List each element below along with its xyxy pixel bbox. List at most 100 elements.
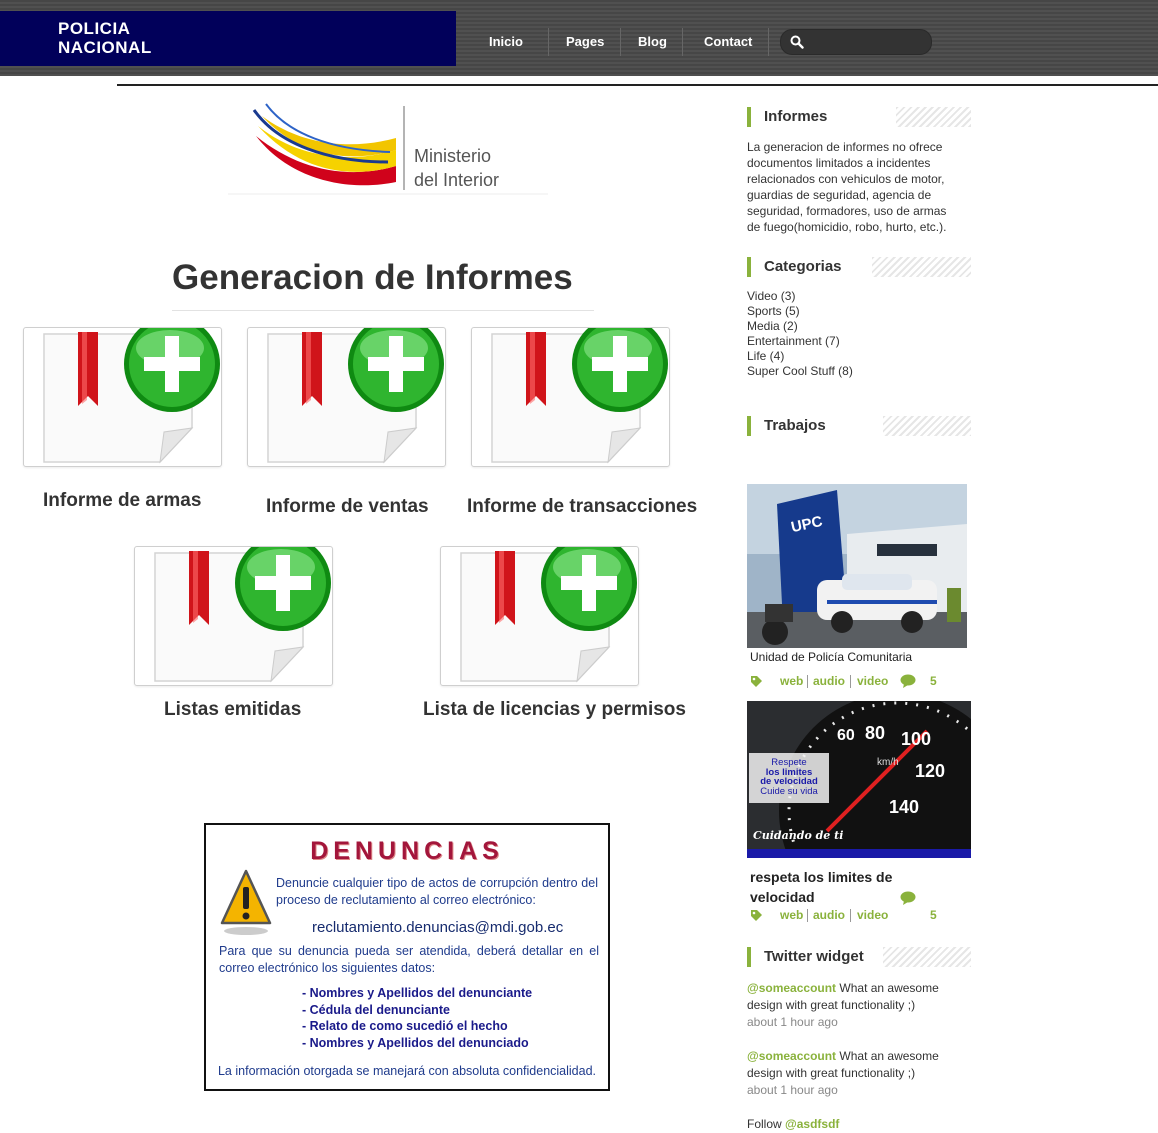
comment-count-1[interactable]: 5 [930,674,937,688]
add-report-icon [491,328,668,464]
tile-label-ventas[interactable]: Informe de ventas [266,496,429,518]
tag-audio[interactable]: audio [813,908,845,922]
nav-inicio[interactable]: Inicio [489,34,523,49]
tile-label-transacciones[interactable]: Informe de transacciones [467,496,697,518]
ministry-flag-swoosh [228,103,548,195]
title-divider [172,310,594,311]
tile-label-listas[interactable]: Listas emitidas [164,699,301,721]
twitter-follow: Follow @asdfsdf [747,1116,957,1133]
gauge-number-60: 60 [837,727,855,744]
tweet-1: @someaccount What an awesome design with… [747,980,957,1031]
tag-divider [850,909,851,922]
follow-prefix: Follow [747,1117,786,1131]
denuncias-email[interactable]: reclutamiento.denuncias@mdi.gob.ec [312,919,563,936]
denuncias-paragraph-2: Para que su denuncia pueda ser atendida,… [219,944,599,975]
denuncias-paragraph-1: Denuncie cualquier tipo de actos de corr… [276,876,598,907]
nav-blog[interactable]: Blog [638,34,667,49]
tweet-time[interactable]: about 1 hour ago [747,1083,838,1097]
ministry-line-1: Ministerio [414,146,492,166]
tile-informe-transacciones[interactable] [471,327,670,467]
tile-label-armas[interactable]: Informe de armas [43,490,201,512]
comment-icon [900,674,916,688]
category-entertainment[interactable]: Entertainment (7) [747,334,853,349]
informes-text: La generacion de informes no ofrece docu… [747,140,947,234]
brand-line-1: POLICIA [58,19,131,38]
brand-line-2: NACIONAL [58,38,152,57]
tweet-user[interactable]: @someaccount [747,981,836,995]
list-item: - Nombres y Apellidos del denunciado [302,1035,529,1050]
nav-divider [548,28,549,56]
tag-divider [850,675,851,688]
search-icon[interactable] [790,35,804,49]
heading-stripe [883,416,971,436]
add-report-icon [460,547,637,683]
category-sports[interactable]: Sports (5) [747,304,853,319]
sidebar-heading-informes: Informes [747,107,827,127]
search-box[interactable] [780,29,932,55]
comment-icon [900,891,916,905]
image-caption: Cuidando de ti [753,829,844,842]
categories-list: Video (3) Sports (5) Media (2) Entertain… [747,289,853,379]
nav-contact[interactable]: Contact [704,34,752,49]
tile-listas-emitidas[interactable] [134,546,333,686]
category-media[interactable]: Media (2) [747,319,853,334]
nav-divider [768,28,769,56]
tile-lista-licencias[interactable] [440,546,639,686]
tag-audio[interactable]: audio [813,674,845,688]
speed-sign-line: Cuide su vida [760,785,818,797]
post-image-upc[interactable]: UPC [747,484,967,648]
sidebar-heading-trabajos: Trabajos [747,416,826,436]
tweet-user[interactable]: @someaccount [747,1049,836,1063]
denuncias-list: - Nombres y Apellidos del denunciante - … [302,985,532,1051]
add-report-icon [43,328,220,464]
gauge-unit: km/h [877,757,899,768]
header-divider [117,84,1158,86]
tag-icon [751,910,762,921]
tweet-2: @someaccount What an awesome design with… [747,1048,957,1099]
list-item: - Nombres y Apellidos del denunciante [302,986,533,1000]
ministerio-del-interior-logo: Ministerio del Interior [228,100,548,196]
nav-divider [682,28,683,56]
post-image-velocidad[interactable]: 60 80 100 120 140 km/h Respete los limit… [747,701,971,858]
sidebar-heading-twitter: Twitter widget [747,947,864,967]
post-title-2[interactable]: respeta los limites de velocidad [750,867,920,907]
tag-divider [807,675,808,688]
add-report-icon [154,547,331,683]
category-super-cool-stuff[interactable]: Super Cool Stuff (8) [747,364,853,379]
speed-sign: Respete los limites de velocidad Cuide s… [749,758,829,796]
tag-web[interactable]: web [780,908,803,922]
add-report-icon [267,328,444,464]
tile-informe-armas[interactable] [23,327,222,467]
heading-stripe [883,947,971,967]
tag-icon [751,676,762,687]
list-item: - Relato de como sucedió el hecho [302,1019,508,1033]
denuncias-footer: La información otorgada se manejará con … [217,1064,597,1078]
sidebar-heading-categorias: Categorias [747,257,842,277]
top-navbar: POLICIA NACIONAL Inicio Pages Blog Conta… [0,0,1158,76]
category-video[interactable]: Video (3) [747,289,853,304]
gauge-number-120: 120 [915,761,946,781]
brand-logo[interactable]: POLICIA NACIONAL [0,11,456,66]
nav-divider [620,28,621,56]
search-input[interactable] [807,33,926,51]
tag-video[interactable]: video [857,674,888,688]
follow-user-link[interactable]: @asdfsdf [785,1117,839,1131]
tweet-time[interactable]: about 1 hour ago [747,1015,838,1029]
gauge-number-100: 100 [901,729,932,749]
tile-informe-ventas[interactable] [247,327,446,467]
denuncias-title: DENUNCIAS [310,837,504,865]
tag-web[interactable]: web [780,674,803,688]
post-meta-2: web audio video 5 [750,891,960,924]
nav-pages[interactable]: Pages [566,34,604,49]
list-item: - Cédula del denunciante [302,1002,450,1017]
comment-count-2[interactable]: 5 [930,908,937,922]
tag-video[interactable]: video [857,908,888,922]
gauge-number-140: 140 [889,797,920,817]
category-life[interactable]: Life (4) [747,349,853,364]
heading-stripe [872,257,971,277]
ministry-line-2: del Interior [414,170,500,190]
post-title-1[interactable]: Unidad de Policía Comunitaria [750,650,912,664]
tile-label-licencias[interactable]: Lista de licencias y permisos [423,699,686,721]
heading-stripe [896,107,971,127]
tag-divider [807,909,808,922]
